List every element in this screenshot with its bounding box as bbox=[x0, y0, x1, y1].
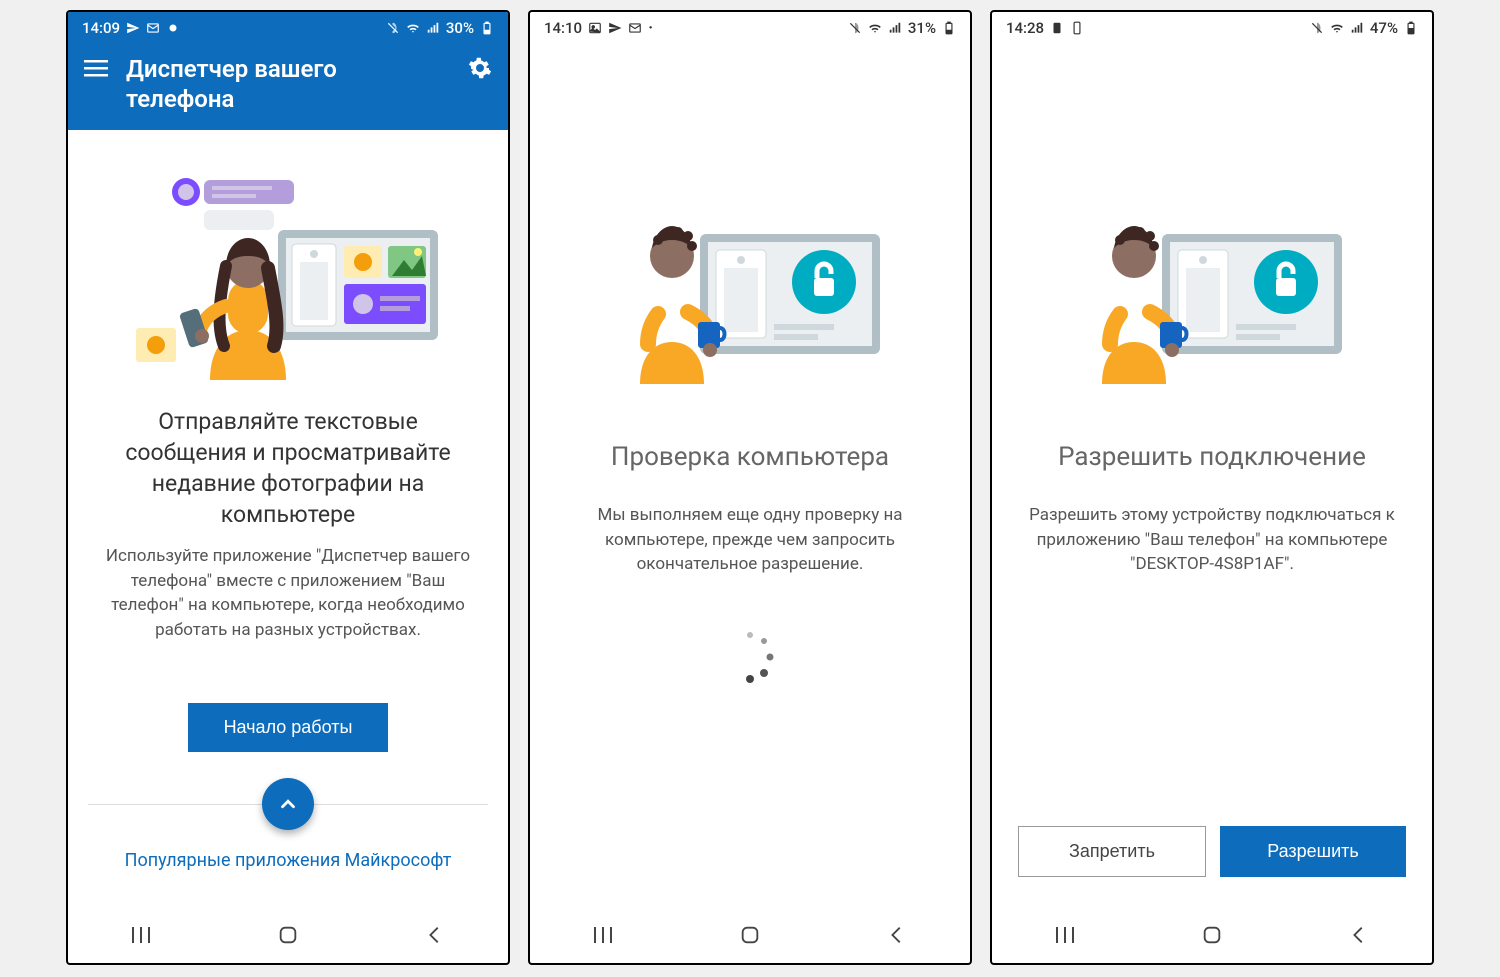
expand-button[interactable] bbox=[262, 778, 314, 830]
content: Отправляйте текстовые сообщения и просма… bbox=[68, 130, 508, 907]
battery-icon bbox=[1404, 21, 1418, 35]
statusbar: 14:28 47% bbox=[992, 12, 1432, 44]
phone-icon bbox=[1070, 21, 1084, 35]
status-battery: 30% bbox=[446, 19, 474, 37]
content: Разрешить подключение Разрешить этому ус… bbox=[992, 44, 1432, 907]
android-navbar bbox=[530, 907, 970, 963]
reddit-icon bbox=[166, 21, 180, 35]
nav-recent[interactable] bbox=[106, 925, 176, 945]
loading-spinner bbox=[720, 627, 780, 691]
statusbar: 14:09 30% bbox=[68, 12, 508, 44]
illustration bbox=[1012, 164, 1412, 394]
screen-3: 14:28 47% bbox=[990, 10, 1434, 965]
body-text: Используйте приложение "Диспетчер вашего… bbox=[88, 544, 488, 643]
allow-button[interactable]: Разрешить bbox=[1220, 826, 1406, 877]
chevron-up-icon bbox=[277, 793, 299, 815]
heading: Разрешить подключение bbox=[1048, 434, 1376, 489]
app-title: Диспетчер вашего телефона bbox=[126, 54, 450, 114]
heading: Проверка компьютера bbox=[601, 434, 899, 489]
android-navbar bbox=[68, 907, 508, 963]
mail-icon bbox=[146, 21, 160, 35]
illustration bbox=[550, 164, 950, 394]
body-text: Мы выполняем еще одну проверку на компью… bbox=[550, 503, 950, 577]
nav-back[interactable] bbox=[400, 924, 470, 946]
signal-icon bbox=[426, 21, 440, 35]
battery-icon bbox=[942, 21, 956, 35]
nav-back[interactable] bbox=[1324, 924, 1394, 946]
mute-icon bbox=[1310, 21, 1324, 35]
nav-recent[interactable] bbox=[568, 925, 638, 945]
status-time: 14:10 bbox=[544, 19, 582, 37]
more-icon: · bbox=[648, 18, 653, 39]
nav-recent[interactable] bbox=[1030, 925, 1100, 945]
nav-home[interactable] bbox=[715, 924, 785, 946]
wifi-icon bbox=[406, 21, 420, 35]
illustration bbox=[88, 130, 488, 400]
appbar: Диспетчер вашего телефона bbox=[68, 44, 508, 130]
signal-icon bbox=[888, 21, 902, 35]
battery-icon bbox=[480, 21, 494, 35]
deny-button[interactable]: Запретить bbox=[1018, 826, 1206, 877]
status-battery: 31% bbox=[908, 19, 936, 37]
nav-back[interactable] bbox=[862, 924, 932, 946]
send-icon bbox=[608, 21, 622, 35]
wifi-icon bbox=[868, 21, 882, 35]
get-started-button[interactable]: Начало работы bbox=[188, 703, 389, 752]
statusbar: 14:10 · 31% bbox=[530, 12, 970, 44]
wifi-icon bbox=[1330, 21, 1344, 35]
mute-icon bbox=[848, 21, 862, 35]
menu-icon[interactable] bbox=[82, 54, 110, 82]
popular-apps-link[interactable]: Популярные приложения Майкрософт bbox=[125, 850, 452, 871]
mute-icon bbox=[386, 21, 400, 35]
button-row: Запретить Разрешить bbox=[1012, 826, 1412, 877]
screen-1: 14:09 30% Диспетчер вашего телефона bbox=[66, 10, 510, 965]
image-icon bbox=[588, 21, 602, 35]
send-icon bbox=[126, 21, 140, 35]
status-battery: 47% bbox=[1370, 19, 1398, 37]
nav-home[interactable] bbox=[253, 924, 323, 946]
screen-2: 14:10 · 31% bbox=[528, 10, 972, 965]
android-navbar bbox=[992, 907, 1432, 963]
content: Проверка компьютера Мы выполняем еще одн… bbox=[530, 44, 970, 907]
signal-icon bbox=[1350, 21, 1364, 35]
status-time: 14:28 bbox=[1006, 19, 1044, 37]
body-text: Разрешить этому устройству подключаться … bbox=[1012, 503, 1412, 577]
expand-section: Популярные приложения Майкрософт bbox=[88, 778, 488, 871]
mail-icon bbox=[628, 21, 642, 35]
sim-icon bbox=[1050, 21, 1064, 35]
settings-icon[interactable] bbox=[466, 54, 494, 82]
status-time: 14:09 bbox=[82, 19, 120, 37]
heading: Отправляйте текстовые сообщения и просма… bbox=[88, 400, 488, 544]
nav-home[interactable] bbox=[1177, 924, 1247, 946]
